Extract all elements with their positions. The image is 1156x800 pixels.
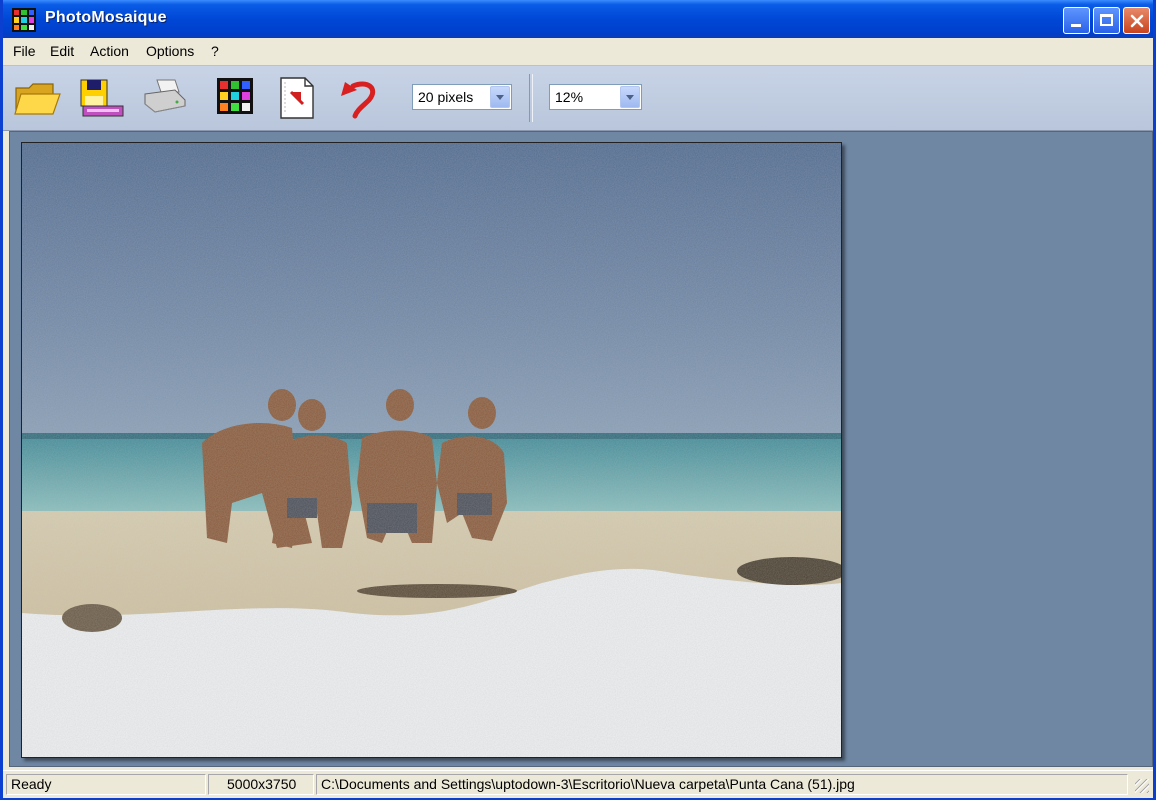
zoom-value: 12% bbox=[555, 89, 584, 105]
status-dimensions: 5000x3750 bbox=[208, 774, 314, 795]
save-disk-icon bbox=[80, 79, 124, 117]
undo-button[interactable] bbox=[335, 76, 379, 120]
tile-size-select[interactable]: 20 pixels bbox=[412, 84, 512, 110]
zoom-select[interactable]: 12% bbox=[549, 84, 642, 110]
close-icon bbox=[1130, 14, 1144, 28]
chevron-down-icon[interactable] bbox=[490, 86, 510, 108]
menu-file[interactable]: File bbox=[13, 43, 36, 59]
menu-bar: File Edit Action Options ? bbox=[3, 38, 1153, 66]
window-title: PhotoMosaique bbox=[45, 9, 167, 26]
minimize-button[interactable] bbox=[1063, 7, 1090, 34]
mosaic-grid-icon bbox=[217, 78, 253, 114]
mosaic-button[interactable] bbox=[215, 76, 259, 120]
close-button[interactable] bbox=[1123, 7, 1150, 34]
app-window: PhotoMosaique File Edit Action Options ? bbox=[0, 0, 1156, 800]
status-file-path: C:\Documents and Settings\uptodown-3\Esc… bbox=[316, 774, 1128, 795]
menu-edit[interactable]: Edit bbox=[50, 43, 74, 59]
open-button[interactable] bbox=[13, 76, 61, 120]
printer-icon bbox=[144, 79, 186, 113]
save-button[interactable] bbox=[79, 76, 124, 120]
maximize-button[interactable] bbox=[1093, 7, 1120, 34]
mosaic-preview-image bbox=[21, 142, 842, 758]
open-folder-icon bbox=[14, 83, 61, 115]
status-state: Ready bbox=[6, 774, 206, 795]
toolbar-separator bbox=[529, 74, 533, 122]
title-bar[interactable]: PhotoMosaique bbox=[3, 0, 1153, 38]
maximize-icon bbox=[1100, 14, 1113, 26]
chevron-down-icon[interactable] bbox=[620, 86, 640, 108]
export-button[interactable] bbox=[277, 76, 321, 120]
print-button[interactable] bbox=[141, 76, 186, 120]
toolbar: 20 pixels 12% bbox=[3, 66, 1153, 131]
app-logo-icon bbox=[12, 8, 36, 32]
minimize-icon bbox=[1071, 24, 1081, 27]
image-workspace[interactable] bbox=[9, 131, 1153, 767]
status-bar: Ready 5000x3750 C:\Documents and Setting… bbox=[3, 770, 1153, 798]
resize-grip-icon[interactable] bbox=[1135, 779, 1149, 793]
menu-help[interactable]: ? bbox=[211, 43, 219, 59]
menu-options[interactable]: Options bbox=[146, 43, 194, 59]
undo-arrow-icon bbox=[341, 81, 376, 119]
tile-size-value: 20 pixels bbox=[418, 89, 474, 105]
menu-action[interactable]: Action bbox=[90, 43, 129, 59]
export-document-icon bbox=[280, 77, 314, 119]
